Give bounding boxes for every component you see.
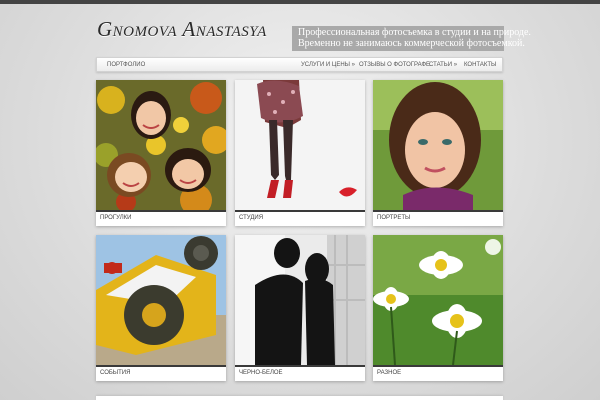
card-separator (373, 365, 503, 367)
offroad-truck-photo[interactable] (96, 235, 226, 365)
tagline-line-2: Временно не занимаюсь коммерческой фотос… (298, 38, 525, 49)
top-bar (0, 0, 600, 4)
gallery-card-events[interactable]: события (96, 235, 226, 381)
nav-item-articles[interactable]: статьи » (429, 62, 457, 68)
portrait-photo[interactable] (373, 80, 503, 210)
tagline-line-1: Профессиональная фотосъемка в студии и н… (298, 27, 531, 38)
next-row-edge (96, 396, 503, 400)
studio-legs-photo[interactable] (235, 80, 365, 210)
gallery-card-label[interactable]: разное (377, 370, 401, 376)
gallery-card-label[interactable]: события (100, 370, 130, 376)
gallery-card-studio[interactable]: студия (235, 80, 365, 226)
card-separator (373, 210, 503, 212)
gallery-card-bw[interactable]: черно-белое (235, 235, 365, 381)
nav-item-services[interactable]: услуги и цены » (301, 62, 355, 68)
gallery-card-label[interactable]: портреты (377, 215, 410, 221)
gallery-card-label[interactable]: черно-белое (239, 370, 283, 376)
nav-item-portfolio[interactable]: портфолио (107, 62, 145, 68)
gallery-card-label[interactable]: студия (239, 215, 263, 221)
card-separator (96, 210, 226, 212)
nav-item-contacts[interactable]: контакты (464, 62, 496, 68)
card-separator (235, 210, 365, 212)
site-title[interactable]: Gnomova Anastasya (97, 17, 267, 42)
kissing-couple-photo[interactable] (235, 235, 365, 365)
gallery-card-misc[interactable]: разное (373, 235, 503, 381)
site-tagline: Профессиональная фотосъемка в студии и н… (292, 26, 531, 51)
nav-item-reviews[interactable]: отзывы о фотографе (359, 62, 430, 68)
card-separator (235, 365, 365, 367)
girls-in-leaves-photo[interactable] (96, 80, 226, 210)
daisies-photo[interactable] (373, 235, 503, 365)
gallery-card-label[interactable]: прогулки (100, 215, 131, 221)
gallery-card-portraits[interactable]: портреты (373, 80, 503, 226)
gallery-card-walks[interactable]: прогулки (96, 80, 226, 226)
card-separator (96, 365, 226, 367)
main-nav: портфолио услуги и цены » отзывы о фотог… (96, 57, 503, 72)
